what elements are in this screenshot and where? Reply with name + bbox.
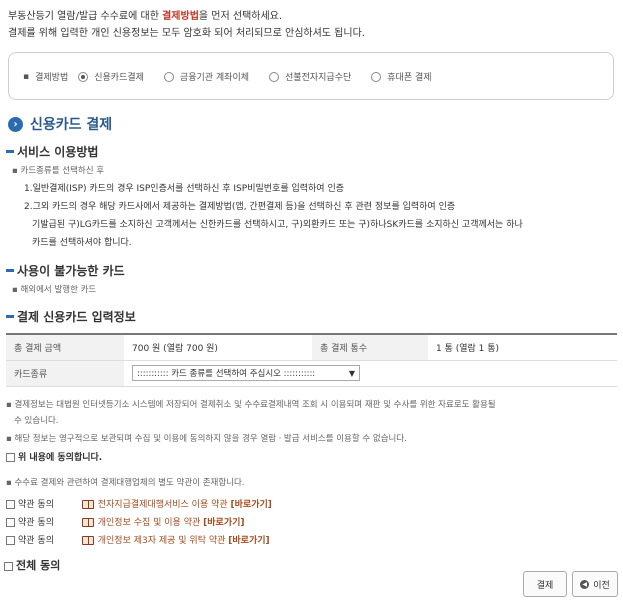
checkbox-icon [6, 518, 15, 527]
heading-bar-icon [6, 269, 14, 272]
intro-line-1: 부동산등기 열람/발급 수수료에 대한 결제방법을 먼저 선택하세요. [8, 8, 365, 25]
radio-label: 금융기관 계좌이체 [179, 73, 250, 83]
checkbox-icon [6, 453, 15, 462]
card-info-heading: 결제 신용카드 입력정보 [6, 308, 136, 325]
terms-1-checkbox[interactable]: 약관 동의 [6, 500, 54, 510]
checkbox-icon [4, 561, 13, 571]
card-type-label: 카드종류 [6, 360, 124, 387]
notice-3: ▪ 수수료 결제와 관련하여 결제대행업체의 별도 약관이 존재합니다. [6, 478, 245, 488]
agree-all-label: 전체 동의 [16, 559, 61, 572]
notice-1b: 수 있습니다. [14, 416, 59, 426]
unavailable-line: ▪ 해외에서 발행한 카드 [12, 285, 97, 295]
terms-2-link[interactable]: [바로가기] [203, 518, 244, 528]
radio-unselected-icon [371, 71, 382, 82]
payment-method-row: ▪ 결제방법 신용카드결제 금융기관 계좌이체 선불전자지급수단 휴대폰 결제 [23, 70, 452, 83]
prev-button[interactable]: ◀ 이전 [572, 571, 618, 597]
intro-line-1-post: 을 먼저 선택하세요. [198, 11, 283, 22]
usage-line-1: 1.일반결제(ISP) 카드의 경우 ISP인증서를 선택하신 후 ISP비밀번… [24, 184, 345, 194]
radio-selected-icon [78, 71, 89, 82]
total-count-label: 총 결제 통수 [312, 333, 428, 361]
intro-line-1-pre: 부동산등기 열람/발급 수수료에 대한 [8, 11, 163, 22]
section-title: › 신용카드 결제 [8, 114, 112, 134]
terms-row-3: 약관 동의 개인정보 제3자 제공 및 위탁 약관 [바로가기] [6, 533, 270, 546]
chevron-right-icon: › [8, 116, 23, 132]
usage-heading-text: 서비스 이용방법 [17, 145, 99, 159]
heading-bar-icon [6, 315, 14, 318]
prev-button-label: 이전 [593, 580, 610, 591]
card-type-select[interactable]: ::::::::::: 카드 종류를 선택하여 주십시오 :::::::::::… [132, 365, 360, 381]
checkbox-icon [6, 500, 15, 509]
section-title-text: 신용카드 결제 [30, 117, 113, 133]
table-row: 카드종류 ::::::::::: 카드 종류를 선택하여 주십시오 ::::::… [6, 360, 617, 387]
book-icon [81, 536, 94, 545]
card-info-table: 총 결제 금액 700 원 (열람 700 원) 총 결제 통수 1 통 (열람… [6, 333, 617, 387]
payment-method-box: ▪ 결제방법 신용카드결제 금융기관 계좌이체 선불전자지급수단 휴대폰 결제 [8, 52, 614, 100]
total-amount-value: 700 원 (열람 700 원) [124, 333, 312, 361]
radio-mobile[interactable]: 휴대폰 결제 [371, 70, 432, 83]
radio-unselected-icon [163, 71, 174, 82]
radio-credit-card[interactable]: 신용카드결제 [78, 70, 144, 83]
card-info-heading-text: 결제 신용카드 입력정보 [17, 310, 136, 324]
terms-3-link[interactable]: [바로가기] [228, 536, 269, 546]
usage-heading: 서비스 이용방법 [6, 143, 98, 160]
intro-line-2: 결제를 위해 입력한 개인 신용정보는 모두 암호화 되어 처리되므로 안심하셔… [8, 28, 365, 39]
chevron-down-icon: ▼ [348, 368, 355, 378]
card-type-cell: ::::::::::: 카드 종류를 선택하여 주십시오 :::::::::::… [124, 360, 617, 387]
table-row: 총 결제 금액 700 원 (열람 700 원) 총 결제 통수 1 통 (열람… [6, 333, 617, 361]
radio-unselected-icon [269, 71, 280, 82]
radio-label: 선불전자지급수단 [285, 73, 352, 83]
total-count-value: 1 통 (열람 1 통) [428, 333, 617, 361]
terms-3-text: 개인정보 제3자 제공 및 위탁 약관 [97, 536, 226, 546]
usage-line-2: 2.그외 카드의 경우 해당 카드사에서 제공하는 결제방법(앱, 간편결제 등… [24, 202, 456, 212]
radio-prepaid[interactable]: 선불전자지급수단 [269, 70, 351, 83]
back-icon: ◀ [580, 579, 590, 589]
agree-above-checkbox[interactable]: 위 내용에 동의합니다. [6, 450, 102, 463]
card-type-select-value: ::::::::::: 카드 종류를 선택하여 주십시오 ::::::::::: [137, 369, 316, 379]
bullet-icon: ▪ [23, 71, 30, 82]
pay-button-label: 결제 [536, 580, 554, 591]
usage-line-3: 기발급된 구)LG카드를 소지하신 고객께서는 신한카드를 선택하시고, 구)외… [32, 220, 523, 230]
unavailable-heading: 사용이 불가능한 카드 [6, 262, 125, 279]
heading-bar-icon [6, 150, 14, 153]
terms-row-1: 약관 동의 전자지급결제대행서비스 이용 약관 [바로가기] [6, 497, 272, 510]
payment-method-label: 결제방법 [35, 73, 69, 83]
agree-above-label: 위 내용에 동의합니다. [18, 453, 103, 463]
usage-line-0: ▪ 카드종류를 선택하신 후 [12, 166, 105, 176]
radio-label: 휴대폰 결제 [387, 73, 432, 83]
terms-1-link[interactable]: [바로가기] [231, 500, 272, 510]
radio-label: 신용카드결제 [94, 73, 144, 83]
terms-row-2: 약관 동의 개인정보 수집 및 이용 약관 [바로가기] [6, 515, 245, 528]
terms-agree-label: 약관 동의 [18, 536, 54, 546]
usage-line-4: 카드를 선택하셔야 합니다. [32, 238, 132, 248]
total-amount-label: 총 결제 금액 [6, 333, 124, 361]
notice-1a: ▪ 결제정보는 대법원 인터넷등기소 시스템에 저장되어 결제취소 및 수수료결… [6, 400, 496, 410]
terms-3-checkbox[interactable]: 약관 동의 [6, 536, 54, 546]
intro-highlight: 결제방법 [162, 11, 199, 22]
terms-2-checkbox[interactable]: 약관 동의 [6, 518, 54, 528]
radio-bank-transfer[interactable]: 금융기관 계좌이체 [163, 70, 250, 83]
terms-agree-label: 약관 동의 [18, 500, 54, 510]
checkbox-icon [6, 536, 15, 545]
agree-all-checkbox[interactable]: 전체 동의 [4, 557, 60, 573]
book-icon [81, 500, 94, 509]
pay-button[interactable]: 결제 [523, 571, 567, 597]
book-icon [81, 518, 94, 527]
notice-2: ▪ 해당 정보는 영구적으로 보관되며 수집 및 이용에 동의하지 않을 경우 … [6, 434, 407, 444]
unavailable-heading-text: 사용이 불가능한 카드 [17, 264, 125, 278]
terms-agree-label: 약관 동의 [18, 518, 54, 528]
intro-text: 부동산등기 열람/발급 수수료에 대한 결제방법을 먼저 선택하세요. 결제를 … [8, 8, 365, 42]
terms-2-text: 개인정보 수집 및 이용 약관 [97, 518, 201, 528]
terms-1-text: 전자지급결제대행서비스 이용 약관 [97, 500, 228, 510]
